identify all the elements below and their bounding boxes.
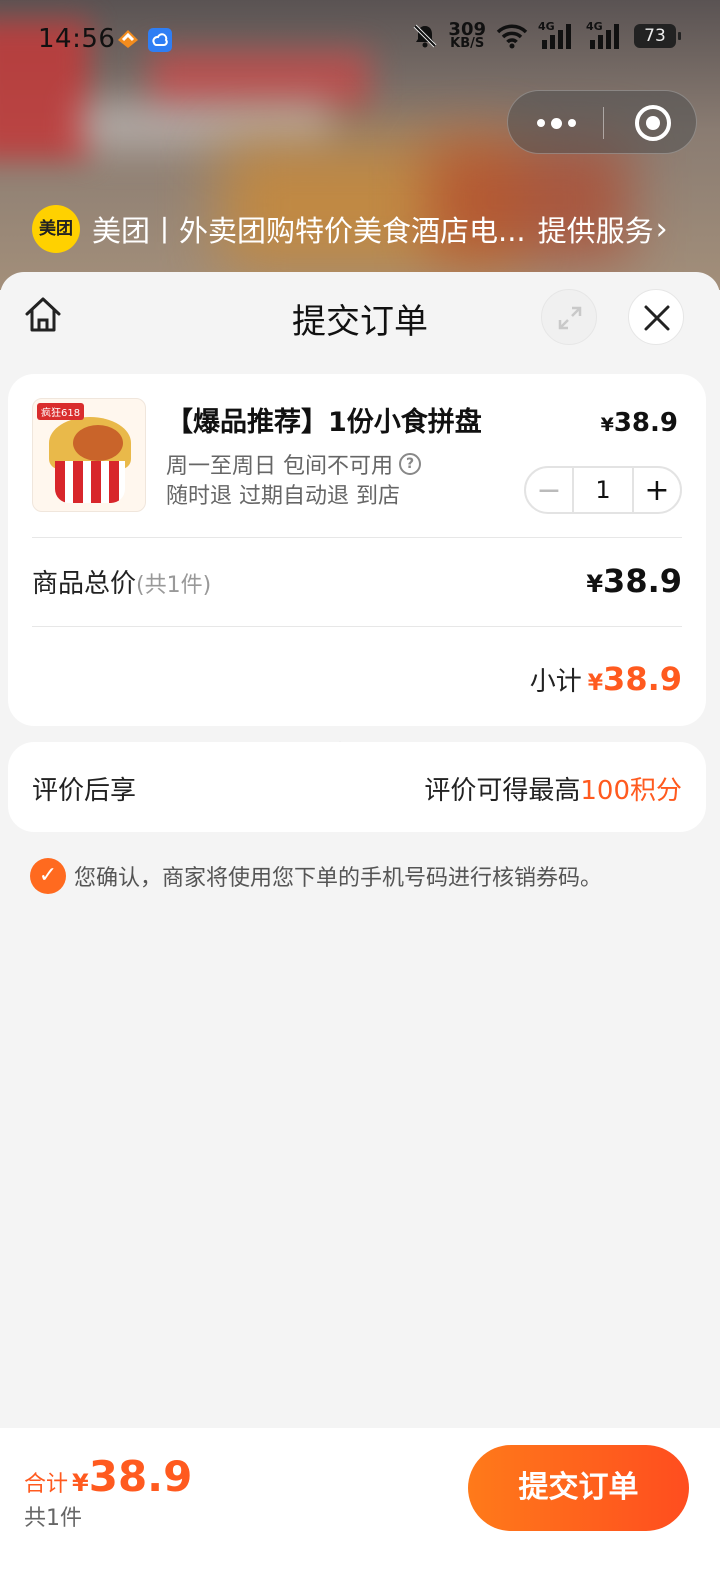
service-provider-link[interactable]: 美团 美团丨外卖团购特价美食酒店电... 提供服务 ›: [32, 205, 668, 253]
close-button[interactable]: [628, 289, 684, 345]
order-item-card: 疯狂618 【爆品推荐】1份小食拼盘 ¥38.9 周一至周日 包间不可用 ? 随…: [8, 374, 706, 726]
order-sum: 合计 ¥ 38.9: [24, 1452, 192, 1501]
usage-info-text: 周一至周日 包间不可用: [166, 454, 393, 479]
mini-program-capsule: [507, 90, 697, 154]
total-count: (共1件): [136, 572, 212, 598]
help-icon[interactable]: ?: [399, 453, 421, 475]
total-label: 商品总价(共1件): [32, 563, 211, 600]
signal-icon-1: 4G: [538, 20, 576, 50]
promo-tag: 疯狂618: [37, 403, 85, 420]
cloud-app-icon: [148, 28, 172, 52]
divider: [32, 626, 682, 627]
product-price: ¥38.9: [601, 408, 678, 438]
confirm-row: ✓ 您确认，商家将使用您下单的手机号码进行核销券码。: [30, 858, 602, 894]
product-price-value: 38.9: [613, 408, 678, 438]
total-value-amount: 38.9: [603, 562, 682, 600]
item-count: 共1件: [24, 1506, 82, 1531]
divider: [32, 537, 682, 538]
network-speed-unit: KB/S: [450, 36, 485, 51]
currency-symbol: ¥: [586, 570, 604, 598]
subtotal-value: ¥38.9: [588, 660, 682, 698]
app-notification-icon: [118, 30, 138, 48]
checkmark-icon[interactable]: ✓: [30, 858, 66, 894]
wifi-icon: [496, 24, 528, 49]
expand-button[interactable]: [541, 289, 597, 345]
product-thumbnail[interactable]: 疯狂618: [32, 398, 146, 512]
decrease-button[interactable]: −: [526, 468, 572, 512]
signal-icon-2: 4G: [586, 20, 624, 50]
review-points: 100积分: [580, 776, 682, 806]
network-speed: 309 KB/S: [448, 21, 486, 51]
submit-order-button[interactable]: 提交订单: [468, 1445, 689, 1531]
review-reward: 评价可得最高100积分: [424, 770, 682, 807]
usage-info: 周一至周日 包间不可用 ?: [166, 448, 421, 480]
product-title: 【爆品推荐】1份小食拼盘: [166, 407, 482, 438]
quantity-value[interactable]: 1: [572, 468, 634, 512]
total-label-text: 商品总价: [32, 568, 137, 599]
battery-icon: 73: [634, 24, 681, 48]
expand-icon: [558, 306, 582, 330]
provider-name: 美团丨外卖团购特价美食酒店电...: [92, 214, 526, 248]
order-sheet: 提交订单 疯狂618 【爆品推荐】1份小食拼盘 ¥38.9 周一至周日 包间不可…: [0, 272, 720, 1584]
subtotal-row: 小计 ¥38.9: [530, 660, 682, 698]
sum-value: 38.9: [88, 1452, 193, 1501]
page-title: 提交订单: [292, 302, 428, 342]
confirm-text: 您确认，商家将使用您下单的手机号码进行核销券码。: [74, 866, 603, 891]
currency-symbol: ¥: [587, 671, 604, 696]
close-icon: [644, 305, 670, 331]
status-bar: 14:56 309 KB/S 4G 4G 73: [0, 0, 720, 80]
total-row: 商品总价(共1件) ¥38.9: [32, 562, 682, 600]
meituan-logo: 美团: [32, 205, 80, 253]
increase-button[interactable]: +: [634, 468, 680, 512]
currency-symbol: ¥: [72, 1469, 89, 1497]
quantity-stepper: − 1 +: [524, 466, 682, 514]
refund-info: 随时退 过期自动退 到店: [166, 484, 400, 509]
review-reward-text: 评价可得最高: [424, 776, 581, 806]
mute-bell-icon: [414, 24, 437, 48]
checkout-bar: 合计 ¥ 38.9 共1件 提交订单: [0, 1428, 720, 1584]
review-label: 评价后享: [32, 776, 137, 806]
provider-service-label: 提供服务: [537, 214, 654, 248]
more-menu-button[interactable]: [532, 111, 580, 135]
close-miniprogram-button[interactable]: [635, 105, 671, 141]
currency-symbol: ¥: [600, 414, 614, 436]
subtotal-amount: 38.9: [603, 660, 682, 698]
total-value: ¥38.9: [586, 562, 682, 600]
chevron-right-icon: ›: [655, 211, 668, 247]
sum-label: 合计: [24, 1472, 69, 1497]
subtotal-label: 小计: [529, 667, 582, 697]
status-time: 14:56: [38, 24, 116, 54]
sheet-header: 提交订单: [0, 272, 720, 362]
review-reward-card[interactable]: 评价后享 评价可得最高100积分: [8, 742, 706, 832]
